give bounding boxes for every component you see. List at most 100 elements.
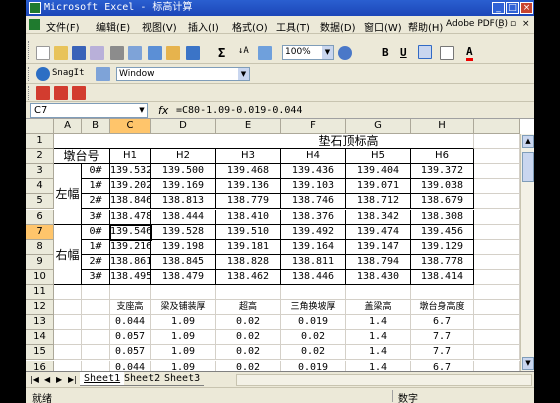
empty-cell[interactable] <box>474 345 520 361</box>
elevation-cell[interactable]: 138.308 <box>411 209 474 225</box>
empty-cell[interactable] <box>474 134 520 150</box>
param-cell[interactable]: 7.7 <box>411 345 474 361</box>
pier-number[interactable]: 3# <box>82 209 110 225</box>
formula-input[interactable]: =C80-1.09-0.019-0.044 <box>176 105 302 116</box>
param-cell[interactable]: 1.4 <box>346 315 411 331</box>
pier-number[interactable]: 1# <box>82 239 110 255</box>
elevation-cell[interactable]: 138.846 <box>110 194 151 210</box>
elevation-cell[interactable]: 138.712 <box>346 194 411 210</box>
menu-window[interactable]: 窗口(W) <box>364 19 402 34</box>
excel-menu-icon[interactable] <box>29 19 40 30</box>
empty-cell[interactable] <box>110 285 151 301</box>
elevation-cell[interactable]: 138.794 <box>346 254 411 270</box>
param-cell[interactable]: 0.057 <box>110 330 151 346</box>
menu-tools[interactable]: 工具(T) <box>276 19 310 34</box>
elevation-cell[interactable]: 138.861 <box>110 254 151 270</box>
zoom-select[interactable]: 100% ▼ <box>282 45 334 60</box>
elevation-cell[interactable]: 139.532 <box>110 164 151 180</box>
param-cell[interactable]: 1.09 <box>151 360 216 371</box>
bold-icon[interactable]: B <box>382 46 389 59</box>
param-header[interactable]: 墩台身高度 <box>411 300 474 316</box>
param-cell[interactable]: 0.019 <box>281 315 346 331</box>
elevation-cell[interactable]: 138.462 <box>216 269 281 285</box>
elevation-cell[interactable]: 139.202 <box>110 179 151 195</box>
empty-cell[interactable] <box>474 330 520 346</box>
chevron-down-icon[interactable]: ▼ <box>238 68 249 80</box>
prev-sheet-icon[interactable]: ◀ <box>44 375 50 384</box>
first-sheet-icon[interactable]: |◀ <box>30 375 39 384</box>
elevation-cell[interactable]: 138.444 <box>151 209 216 225</box>
row-header-5[interactable]: 5 <box>26 194 54 210</box>
scroll-up-icon[interactable]: ▲ <box>522 135 534 148</box>
horizontal-scrollbar[interactable] <box>236 374 532 386</box>
menu-data[interactable]: 数据(D) <box>320 19 356 34</box>
elevation-cell[interactable]: 138.779 <box>216 194 281 210</box>
sort-ascending-icon[interactable]: ↓A <box>238 46 249 56</box>
elevation-cell[interactable]: 138.410 <box>216 209 281 225</box>
elevation-cell[interactable]: 138.828 <box>216 254 281 270</box>
empty-cell[interactable] <box>474 194 520 210</box>
column-header-g[interactable]: G <box>346 119 411 134</box>
elevation-cell[interactable]: 139.528 <box>151 224 216 240</box>
column-header-h[interactable]: H <box>411 119 474 134</box>
empty-cell[interactable] <box>82 300 110 316</box>
new-icon[interactable] <box>36 46 50 60</box>
tab-sheet2[interactable]: Sheet2 <box>120 372 165 386</box>
snagit-label[interactable]: SnagIt <box>52 68 85 78</box>
empty-cell[interactable] <box>54 285 82 301</box>
elevation-cell[interactable]: 139.468 <box>216 164 281 180</box>
tab-sheet1[interactable]: Sheet1 <box>80 372 125 386</box>
elevation-cell[interactable]: 138.778 <box>411 254 474 270</box>
elevation-cell[interactable]: 139.372 <box>411 164 474 180</box>
elevation-cell[interactable]: 139.500 <box>151 164 216 180</box>
pier-number[interactable]: 0# <box>82 224 110 240</box>
row-header-1[interactable]: 1 <box>26 134 54 150</box>
pier-number[interactable]: 3# <box>82 269 110 285</box>
param-header[interactable]: 盖梁高 <box>346 300 411 316</box>
elevation-cell[interactable]: 139.456 <box>411 224 474 240</box>
chevron-down-icon[interactable]: ▼ <box>322 46 333 59</box>
elevation-cell[interactable]: 139.129 <box>411 239 474 255</box>
elevation-cell[interactable]: 139.103 <box>281 179 346 195</box>
row-header-12[interactable]: 12 <box>26 300 54 316</box>
capture-mode-select[interactable]: Window ▼ <box>116 67 250 81</box>
elevation-cell[interactable]: 138.679 <box>411 194 474 210</box>
row-header-11[interactable]: 11 <box>26 285 54 301</box>
column-header-d[interactable]: D <box>151 119 216 134</box>
font-color-icon[interactable]: A <box>466 45 473 61</box>
elevation-cell[interactable]: 138.746 <box>281 194 346 210</box>
select-all-corner[interactable] <box>26 119 54 134</box>
empty-cell[interactable] <box>474 239 520 255</box>
elevation-cell[interactable]: 139.436 <box>281 164 346 180</box>
row-header-14[interactable]: 14 <box>26 330 54 346</box>
param-cell[interactable]: 0.02 <box>216 315 281 331</box>
empty-cell[interactable] <box>474 315 520 331</box>
param-cell[interactable]: 1.09 <box>151 345 216 361</box>
format-painter-icon[interactable] <box>166 46 180 60</box>
help-icon[interactable] <box>338 46 352 60</box>
empty-cell[interactable] <box>82 330 110 346</box>
elevation-cell[interactable]: 138.495 <box>110 269 151 285</box>
empty-cell[interactable] <box>474 360 520 371</box>
param-cell[interactable]: 1.09 <box>151 330 216 346</box>
param-cell[interactable]: 1.4 <box>346 345 411 361</box>
print-preview-icon[interactable] <box>128 46 142 60</box>
pier-number[interactable]: 2# <box>82 194 110 210</box>
elevation-cell[interactable]: 139.038 <box>411 179 474 195</box>
fx-icon[interactable]: fx <box>158 104 168 117</box>
elevation-cell[interactable]: 138.430 <box>346 269 411 285</box>
column-header-b[interactable]: B <box>82 119 110 134</box>
row-header-8[interactable]: 8 <box>26 239 54 255</box>
param-cell[interactable]: 0.02 <box>216 360 281 371</box>
param-header[interactable]: 梁及铺装厚 <box>151 300 216 316</box>
pier-number[interactable]: 0# <box>82 164 110 180</box>
column-label-h4[interactable]: H4 <box>281 149 346 165</box>
empty-cell[interactable] <box>281 285 346 301</box>
empty-cell[interactable] <box>474 285 520 301</box>
param-cell[interactable]: 7.7 <box>411 330 474 346</box>
doc-minimize-button[interactable]: _ <box>498 19 503 29</box>
empty-cell[interactable] <box>54 300 82 316</box>
name-box[interactable]: C7 ▼ <box>30 103 148 118</box>
column-label-h3[interactable]: H3 <box>216 149 281 165</box>
elevation-cell[interactable]: 139.136 <box>216 179 281 195</box>
